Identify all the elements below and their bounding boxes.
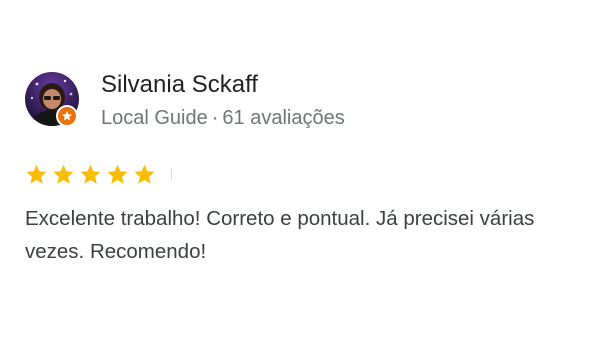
star-icon	[52, 163, 75, 186]
reviewer-badge-label: Local Guide	[101, 107, 208, 129]
local-guide-badge-icon	[56, 105, 78, 127]
review-text: Excelente trabalho! Correto e pontual. J…	[25, 207, 535, 263]
star-icon	[133, 163, 156, 186]
reviews-count: 61 avaliações	[222, 107, 345, 129]
reviewer-meta: Local Guide · 61 avaliações	[101, 104, 345, 132]
meta-separator: ·	[211, 107, 219, 129]
star-rating	[25, 161, 156, 187]
divider	[171, 169, 172, 181]
reviewer-name[interactable]: Silvania Sckaff	[101, 70, 258, 100]
star-icon	[25, 163, 48, 186]
review-card: Silvania Sckaff Local Guide · 61 avaliaçõe…	[0, 0, 600, 350]
star-icon	[79, 163, 102, 186]
star-icon	[106, 163, 129, 186]
